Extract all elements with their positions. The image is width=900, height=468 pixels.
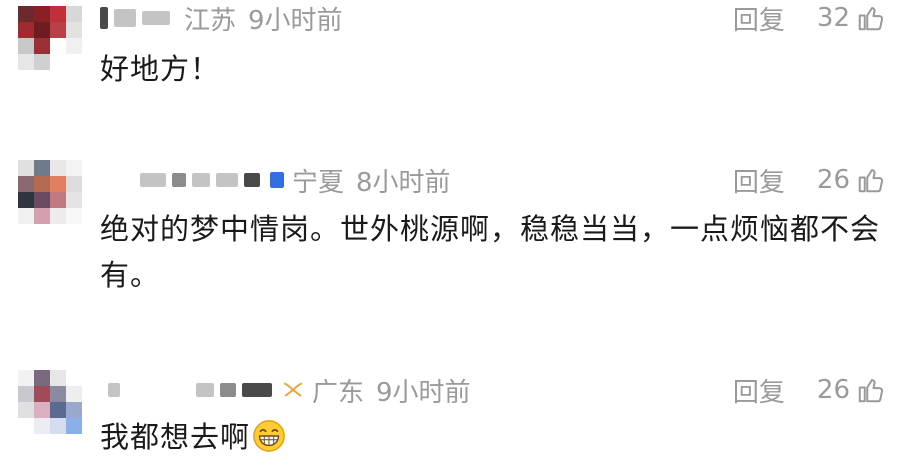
comment-text: 我都想去啊 bbox=[100, 414, 890, 460]
verified-badge-icon bbox=[270, 172, 284, 188]
timestamp: 9小时前 bbox=[376, 377, 471, 408]
thumb-up-icon[interactable] bbox=[856, 165, 886, 195]
username-blurred[interactable] bbox=[216, 173, 238, 187]
grin-emoji-icon bbox=[253, 420, 285, 452]
like-count: 26 bbox=[816, 375, 850, 405]
like-count: 26 bbox=[816, 165, 850, 195]
comment-actions: 回复 26 bbox=[733, 162, 886, 198]
comment-meta: 宁夏 8小时前 bbox=[100, 162, 451, 198]
comment-actions: 回复 32 bbox=[733, 0, 886, 36]
avatar[interactable] bbox=[18, 6, 82, 70]
reply-button[interactable]: 回复 bbox=[733, 162, 785, 199]
reply-button[interactable]: 回复 bbox=[733, 0, 785, 37]
comment-text: 绝对的梦中情岗。世外桃源啊，稳稳当当，一点烦恼都不会有。 bbox=[100, 212, 881, 292]
timestamp: 9小时前 bbox=[248, 5, 343, 36]
username-blurred[interactable] bbox=[242, 383, 272, 397]
username-blurred[interactable] bbox=[196, 383, 214, 397]
reply-button[interactable]: 回复 bbox=[733, 372, 785, 409]
username-blurred[interactable] bbox=[172, 173, 186, 187]
comment-meta: 江苏 9小时前 bbox=[100, 0, 343, 36]
avatar[interactable] bbox=[18, 160, 82, 224]
like-count: 32 bbox=[816, 3, 850, 33]
username-blurred[interactable] bbox=[220, 383, 236, 397]
location-label: 广东 bbox=[312, 377, 365, 408]
username-blurred[interactable] bbox=[108, 383, 120, 397]
location-label: 宁夏 bbox=[292, 167, 345, 198]
username-blurred[interactable] bbox=[100, 7, 108, 29]
username-blurred[interactable] bbox=[142, 11, 170, 25]
username-blurred[interactable] bbox=[244, 173, 260, 187]
comment-text: 好地方！ bbox=[100, 52, 221, 86]
username-blurred[interactable] bbox=[114, 9, 136, 27]
avatar[interactable] bbox=[18, 370, 82, 434]
bow-decoration-icon bbox=[283, 382, 303, 397]
location-label: 江苏 bbox=[184, 5, 237, 36]
comment-meta: 广东 9小时前 bbox=[100, 372, 471, 408]
username-blurred[interactable] bbox=[140, 173, 166, 187]
timestamp: 8小时前 bbox=[356, 167, 451, 198]
comment-text-content: 我都想去啊 bbox=[100, 420, 251, 454]
username-blurred[interactable] bbox=[192, 173, 210, 187]
comment-actions: 回复 26 bbox=[733, 372, 886, 408]
thumb-up-icon[interactable] bbox=[856, 3, 886, 33]
thumb-up-icon[interactable] bbox=[856, 375, 886, 405]
